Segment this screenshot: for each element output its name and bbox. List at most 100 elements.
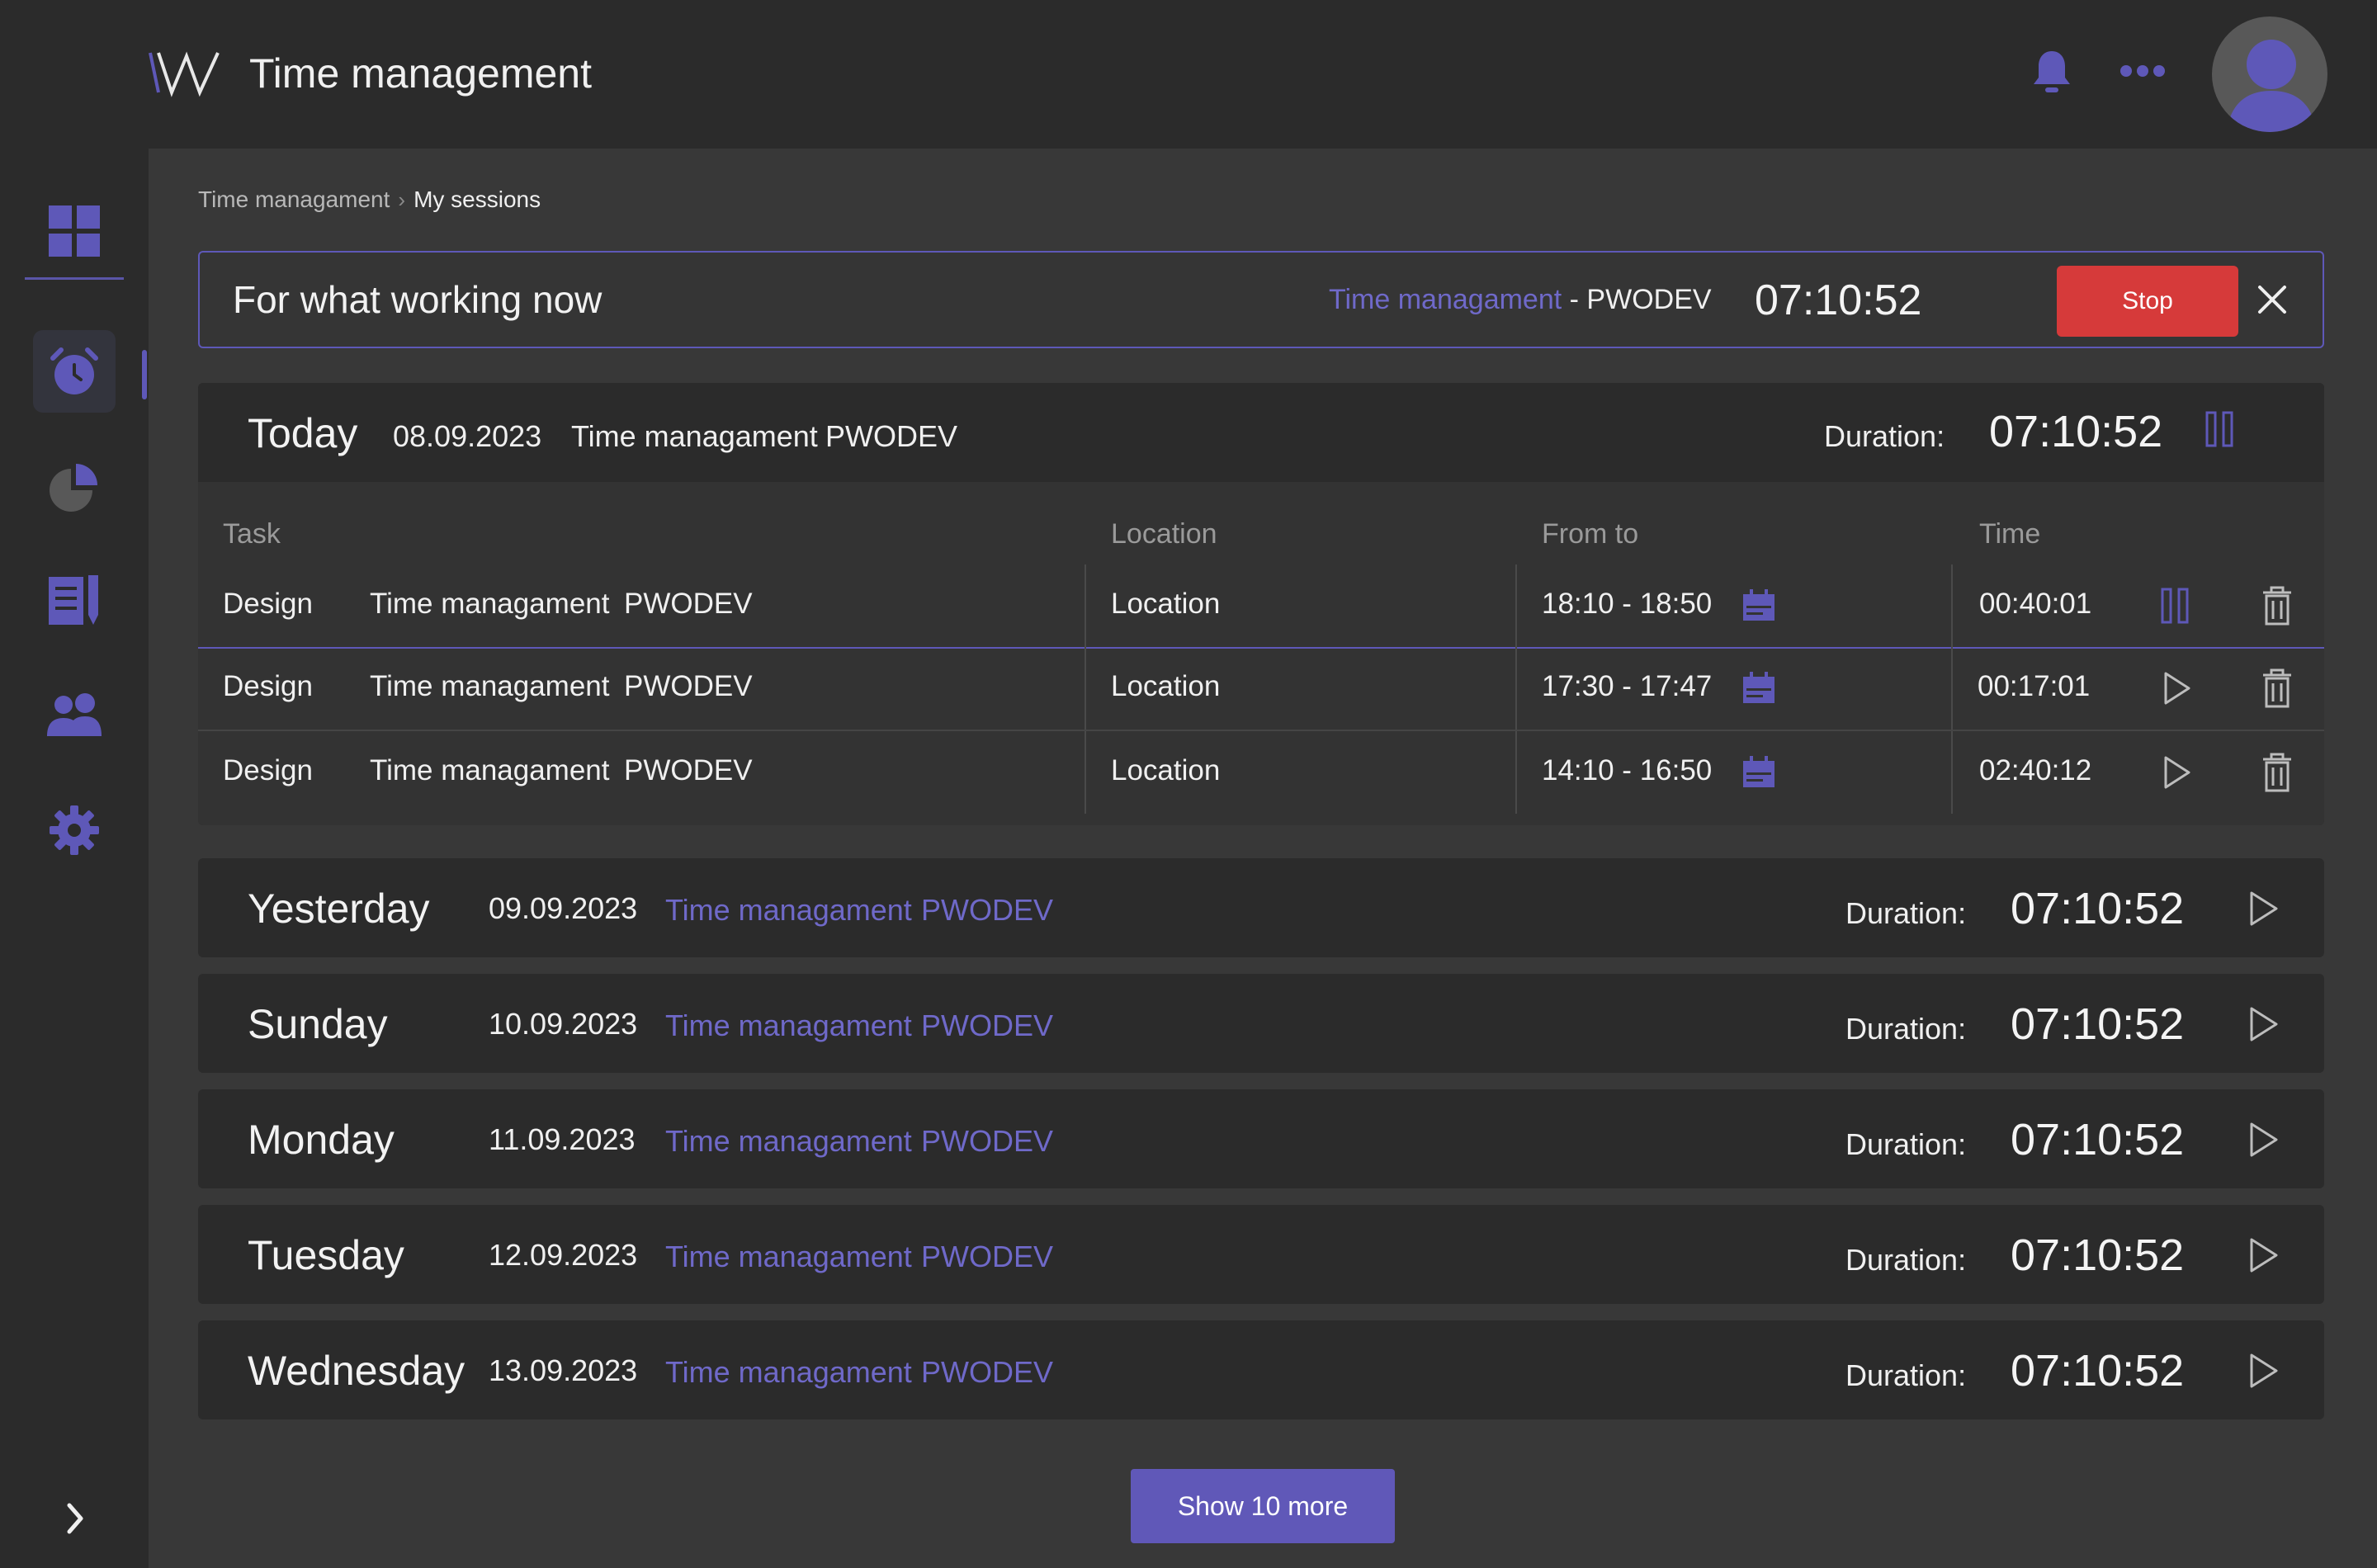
- day-project[interactable]: Time managament: [665, 1124, 912, 1159]
- pause-icon[interactable]: [2154, 584, 2195, 627]
- pie-chart-icon: [50, 464, 97, 512]
- row-project: Time managament: [370, 754, 610, 786]
- nav-divider: [25, 277, 124, 280]
- active-session-timer: 07:10:52: [1755, 276, 1922, 324]
- column-divider: [1951, 564, 1953, 647]
- nav-time-tracking[interactable]: [33, 330, 116, 413]
- nav-users[interactable]: [33, 673, 116, 756]
- trash-icon[interactable]: [2256, 751, 2298, 794]
- trash-icon[interactable]: [2256, 667, 2298, 710]
- day-session-group[interactable]: Yesterday 09.09.2023 Time managament PWO…: [198, 858, 2324, 957]
- nav-settings[interactable]: [33, 789, 116, 871]
- row-task: Design: [223, 670, 313, 702]
- column-divider: [1515, 564, 1517, 647]
- play-icon[interactable]: [2154, 751, 2195, 794]
- play-icon[interactable]: [2242, 1348, 2283, 1393]
- calendar-icon[interactable]: [1741, 756, 1776, 789]
- duration-value: 07:10:52: [2011, 1115, 2185, 1164]
- active-session-project: Time managament - PWODEV: [1329, 284, 1712, 316]
- day-session-group[interactable]: Sunday 10.09.2023 Time managament PWODEV…: [198, 974, 2324, 1073]
- day-project[interactable]: Time managament: [665, 1355, 912, 1390]
- alarm-clock-icon: [50, 347, 98, 394]
- breadcrumb: Time managament › My sessions: [198, 187, 541, 213]
- top-bar: Time management: [0, 0, 2377, 149]
- row-project: Time managament: [370, 588, 610, 620]
- sidebar: [0, 149, 149, 1568]
- day-name: Wednesday: [248, 1348, 465, 1394]
- column-divider: [1085, 731, 1086, 814]
- column-header-from-to: From to: [1542, 518, 1639, 550]
- breadcrumb-current[interactable]: My sessions: [413, 187, 541, 213]
- today-session-group: Today 08.09.2023 Time managament PWODEV …: [198, 383, 2324, 825]
- row-time: 00:17:01: [1978, 670, 2091, 702]
- duration-label: Duration:: [1845, 1358, 1967, 1392]
- column-divider: [1085, 564, 1086, 647]
- close-icon[interactable]: [2252, 279, 2293, 320]
- day-date: 09.09.2023: [489, 891, 638, 925]
- stop-button[interactable]: Stop: [2057, 266, 2238, 337]
- play-icon[interactable]: [2242, 1117, 2283, 1162]
- active-project-link[interactable]: Time managament: [1329, 284, 1562, 315]
- more-dots-icon[interactable]: [2118, 54, 2167, 87]
- trash-icon[interactable]: [2256, 584, 2298, 627]
- row-location: Location: [1111, 588, 1221, 620]
- active-session-bar: For what working now Time managament - P…: [198, 251, 2324, 348]
- column-divider: [1085, 647, 1086, 730]
- play-icon[interactable]: [2242, 1002, 2283, 1046]
- user-avatar-icon[interactable]: [2212, 17, 2327, 132]
- column-header-task: Task: [223, 518, 281, 550]
- day-name: Today: [248, 410, 358, 456]
- row-client: PWODEV: [624, 588, 753, 620]
- breadcrumb-parent[interactable]: Time managament: [198, 187, 390, 213]
- pause-icon[interactable]: [2199, 409, 2240, 449]
- row-task: Design: [223, 588, 313, 620]
- duration-value: 07:10:52: [2011, 1230, 2185, 1280]
- table-row[interactable]: Design Time managament PWODEV Location 1…: [198, 647, 2324, 730]
- day-session-group[interactable]: Wednesday 13.09.2023 Time managament PWO…: [198, 1320, 2324, 1419]
- row-client: PWODEV: [624, 754, 753, 786]
- day-session-group[interactable]: Tuesday 12.09.2023 Time managament PWODE…: [198, 1205, 2324, 1304]
- duration-label: Duration:: [1845, 1243, 1967, 1277]
- active-project-dash: -: [1562, 284, 1587, 315]
- day-client[interactable]: PWODEV: [921, 1008, 1053, 1043]
- play-icon[interactable]: [2154, 667, 2195, 710]
- nav-reports[interactable]: [33, 446, 116, 528]
- today-header[interactable]: Today 08.09.2023 Time managament PWODEV …: [198, 383, 2324, 482]
- show-more-button[interactable]: Show 10 more: [1131, 1469, 1395, 1543]
- day-name: Monday: [248, 1117, 395, 1163]
- day-client[interactable]: PWODEV: [921, 1240, 1053, 1274]
- breadcrumb-separator: ›: [398, 187, 406, 212]
- day-client[interactable]: PWODEV: [921, 893, 1053, 928]
- calendar-icon[interactable]: [1741, 672, 1776, 705]
- nav-dashboard[interactable]: [33, 190, 116, 272]
- duration-value: 07:10:52: [2011, 884, 2185, 933]
- day-project[interactable]: Time managament: [665, 1008, 912, 1043]
- play-icon[interactable]: [2242, 886, 2283, 931]
- dashboard-icon: [49, 205, 100, 257]
- bell-icon[interactable]: [2029, 46, 2075, 96]
- sessions-table: Task Location From to Time Design Time m…: [198, 482, 2324, 825]
- column-header-location: Location: [1111, 518, 1217, 550]
- row-task: Design: [223, 754, 313, 786]
- table-row[interactable]: Design Time managament PWODEV Location 1…: [198, 730, 2324, 814]
- row-location: Location: [1111, 670, 1221, 702]
- active-client: PWODEV: [1586, 284, 1712, 315]
- table-row[interactable]: Design Time managament PWODEV Location 1…: [198, 564, 2324, 649]
- column-divider: [1515, 731, 1517, 814]
- day-session-group[interactable]: Monday 11.09.2023 Time managament PWODEV…: [198, 1089, 2324, 1188]
- avatar-silhouette-icon: [2227, 40, 2316, 132]
- chevron-right-icon[interactable]: [59, 1494, 92, 1543]
- row-location: Location: [1111, 754, 1221, 786]
- day-date: 12.09.2023: [489, 1238, 638, 1272]
- calendar-icon[interactable]: [1741, 589, 1776, 622]
- day-date: 08.09.2023: [393, 419, 542, 453]
- column-divider: [1951, 731, 1953, 814]
- day-client[interactable]: PWODEV: [921, 1355, 1053, 1390]
- day-project[interactable]: Time managament: [665, 893, 912, 928]
- play-icon[interactable]: [2242, 1233, 2283, 1278]
- row-time: 02:40:12: [1979, 754, 2092, 786]
- day-project[interactable]: Time managament: [665, 1240, 912, 1274]
- day-client[interactable]: PWODEV: [921, 1124, 1053, 1159]
- nav-documents[interactable]: [33, 560, 116, 642]
- active-nav-indicator: [142, 350, 147, 399]
